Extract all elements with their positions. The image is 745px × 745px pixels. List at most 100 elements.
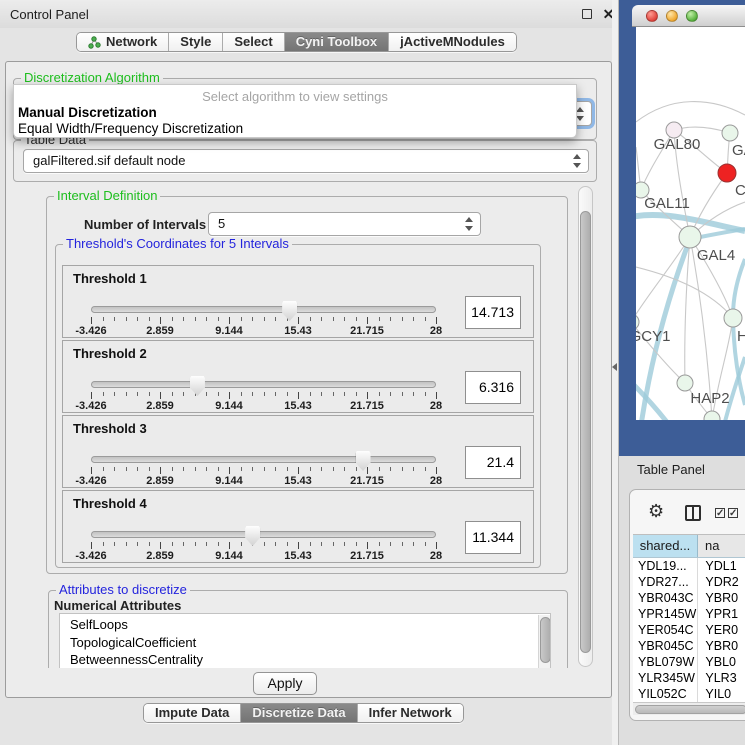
network-node[interactable] xyxy=(724,309,742,327)
table-cell[interactable]: YIL052C xyxy=(633,686,698,702)
network-node[interactable] xyxy=(677,375,693,391)
close-window-icon[interactable] xyxy=(646,10,658,22)
table-cell[interactable]: YPR145W xyxy=(633,606,698,622)
slider-track[interactable] xyxy=(91,381,436,388)
slider-tick xyxy=(287,392,288,396)
table-cell[interactable]: YER054C xyxy=(633,622,698,638)
panel-splitter[interactable] xyxy=(612,0,619,745)
slider-track[interactable] xyxy=(91,531,436,538)
slider-tick xyxy=(264,542,265,546)
slider-track[interactable] xyxy=(91,456,436,463)
table-row[interactable]: YBR045CYBR0 xyxy=(633,638,745,654)
algorithm-dropdown-popup: Select algorithm to view settings Manual… xyxy=(13,84,577,138)
gear-icon[interactable]: ⚙ xyxy=(648,502,664,520)
table-cell[interactable]: YBR045C xyxy=(633,638,698,654)
slider-tick xyxy=(310,542,311,546)
number-of-intervals-combobox[interactable]: 5 xyxy=(208,212,481,236)
scrollbar-thumb[interactable] xyxy=(635,705,745,714)
table-cell[interactable]: YLR345W xyxy=(633,670,698,686)
checkbox-icon[interactable]: ✓ xyxy=(728,508,738,518)
numerical-attributes-list[interactable]: SelfLoopsTopologicalCoefficientBetweenne… xyxy=(59,613,551,668)
slider-tick xyxy=(241,317,242,321)
slider-tick xyxy=(321,467,322,471)
network-node[interactable] xyxy=(722,125,738,141)
attribute-list-item[interactable]: SelfLoops xyxy=(70,616,550,634)
table-cell[interactable]: YBL0 xyxy=(698,654,745,670)
tab-style[interactable]: Style xyxy=(168,33,222,51)
threshold-1-slider[interactable]: -3.4262.8599.14415.4321.71528 xyxy=(91,304,436,338)
table-row[interactable]: YLR345WYLR3 xyxy=(633,670,745,686)
tab-discretize-data[interactable]: Discretize Data xyxy=(240,704,356,722)
table-cell[interactable]: YBL079W xyxy=(633,654,698,670)
slider-track[interactable] xyxy=(91,306,436,313)
slider-tick xyxy=(413,467,414,471)
table-cell[interactable]: YDR27... xyxy=(633,574,698,590)
table-cell[interactable]: YBR0 xyxy=(698,590,745,606)
slider-tick-label: -3.426 xyxy=(75,475,106,487)
slider-tick xyxy=(379,467,380,471)
node-attribute-table[interactable]: shared... na YDL19...YDL1YDR27...YDR2YBR… xyxy=(633,534,745,702)
table-cell[interactable]: YBR0 xyxy=(698,638,745,654)
slider-tick xyxy=(298,467,299,474)
threshold-4-value-field[interactable]: 11.344 xyxy=(465,521,521,554)
table-row[interactable]: YIL052CYIL0 xyxy=(633,686,745,702)
network-node[interactable] xyxy=(679,226,701,248)
threshold-1-value-field[interactable]: 14.713 xyxy=(465,296,521,329)
threshold-2-value-field[interactable]: 6.316 xyxy=(465,371,521,404)
network-icon xyxy=(88,36,101,49)
attribute-list-item[interactable]: BetweennessCentrality xyxy=(70,651,550,668)
table-row[interactable]: YDR27...YDR2 xyxy=(633,574,745,590)
table-row[interactable]: YBL079WYBL0 xyxy=(633,654,745,670)
control-panel: Control Panel ✕ Network Style Select Cyn… xyxy=(0,0,619,745)
attribute-list-item[interactable]: TopologicalCoefficient xyxy=(70,634,550,652)
threshold-4-slider[interactable]: -3.4262.8599.14415.4321.71528 xyxy=(91,529,436,563)
table-cell[interactable]: YDR2 xyxy=(698,574,745,590)
tab-network[interactable]: Network xyxy=(77,33,168,51)
table-cell[interactable]: YBR043C xyxy=(633,590,698,606)
column-header-name[interactable]: na xyxy=(698,535,745,557)
slider-tick xyxy=(275,392,276,396)
apply-button[interactable]: Apply xyxy=(253,672,317,695)
table-row[interactable]: YDL19...YDL1 xyxy=(633,558,745,574)
splitter-collapse-icon[interactable] xyxy=(612,363,617,371)
settings-scrollbar[interactable] xyxy=(578,186,593,667)
tab-infer-network[interactable]: Infer Network xyxy=(357,704,463,722)
checkbox-icon[interactable]: ✓ xyxy=(715,508,725,518)
scrollbar-thumb[interactable] xyxy=(580,211,591,653)
table-cell[interactable]: YDL19... xyxy=(633,558,698,574)
table-row[interactable]: YER054CYER0 xyxy=(633,622,745,638)
table-horizontal-scrollbar[interactable] xyxy=(633,702,745,715)
table-cell[interactable]: YIL0 xyxy=(698,686,745,702)
popup-option-manual-discretization[interactable]: Manual Discretization xyxy=(18,105,157,120)
table-cell[interactable]: YPR1 xyxy=(698,606,745,622)
zoom-window-icon[interactable] xyxy=(686,10,698,22)
tab-select[interactable]: Select xyxy=(222,33,283,51)
threshold-3-value-field[interactable]: 21.4 xyxy=(465,446,521,479)
network-window-titlebar[interactable] xyxy=(632,5,745,27)
attributes-list-scrollbar[interactable] xyxy=(538,615,551,668)
threshold-2-slider[interactable]: -3.4262.8599.14415.4321.71528 xyxy=(91,379,436,413)
table-cell[interactable]: YLR3 xyxy=(698,670,745,686)
minimize-window-icon[interactable] xyxy=(666,10,678,22)
slider-handle[interactable] xyxy=(282,301,297,321)
network-view-canvas[interactable]: GAL80GACGAL11GAL4GCY1HHAP2 xyxy=(636,27,745,420)
table-data-combobox[interactable]: galFiltered.sif default node xyxy=(23,149,589,173)
popup-option-equal-width-frequency[interactable]: Equal Width/Frequency Discretization xyxy=(18,121,243,136)
scrollbar-thumb[interactable] xyxy=(540,617,551,663)
table-cell[interactable]: YER0 xyxy=(698,622,745,638)
columns-icon[interactable] xyxy=(685,505,701,521)
slider-tick-label: 9.144 xyxy=(215,550,243,562)
table-cell[interactable]: YDL1 xyxy=(698,558,745,574)
tab-impute-data[interactable]: Impute Data xyxy=(144,704,240,722)
table-row[interactable]: YPR145WYPR1 xyxy=(633,606,745,622)
slider-handle[interactable] xyxy=(245,526,260,546)
slider-handle[interactable] xyxy=(190,376,205,396)
table-row[interactable]: YBR043CYBR0 xyxy=(633,590,745,606)
network-node[interactable] xyxy=(718,164,736,182)
slider-handle[interactable] xyxy=(356,451,371,471)
tab-jactivemnodules[interactable]: jActiveMNodules xyxy=(388,33,516,51)
column-header-shared-name[interactable]: shared... xyxy=(633,535,698,557)
float-panel-icon[interactable] xyxy=(582,9,592,19)
tab-cyni-toolbox[interactable]: Cyni Toolbox xyxy=(284,33,388,51)
threshold-3-slider[interactable]: -3.4262.8599.14415.4321.71528 xyxy=(91,454,436,488)
